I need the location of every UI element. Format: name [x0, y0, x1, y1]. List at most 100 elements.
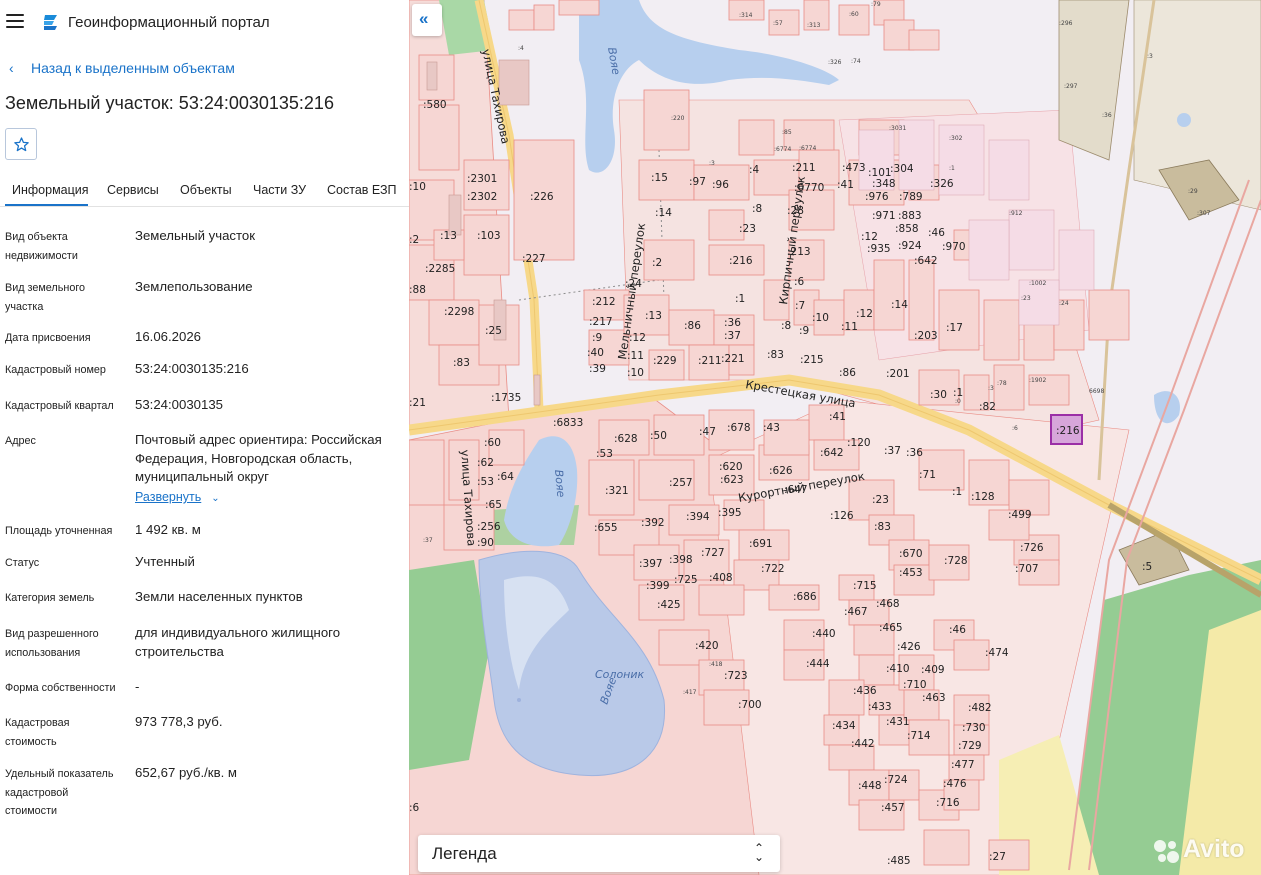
- svg-text::9: :9: [799, 325, 809, 337]
- svg-text::257: :257: [669, 477, 693, 489]
- svg-text::60: :60: [849, 11, 859, 18]
- svg-text::41: :41: [837, 179, 854, 191]
- tab-information[interactable]: Информация: [12, 183, 89, 197]
- svg-text::730: :730: [962, 722, 986, 734]
- svg-text::3: :3: [709, 160, 715, 167]
- tab-parcel-parts[interactable]: Части ЗУ: [253, 183, 306, 197]
- back-to-selection-link[interactable]: ‹ Назад к выделенным объектам: [9, 60, 235, 76]
- svg-text::36: :36: [724, 317, 741, 329]
- svg-text::15: :15: [651, 172, 668, 184]
- svg-text::724: :724: [884, 774, 908, 786]
- field-value: 1 492 кв. м: [135, 522, 201, 537]
- svg-text::37: :37: [884, 445, 901, 457]
- svg-text::13: :13: [440, 230, 457, 242]
- address-value: Почтовый адрес ориентира: Российская Фед…: [135, 432, 382, 484]
- svg-text::28: :28: [787, 205, 804, 217]
- svg-text::348: :348: [872, 178, 896, 190]
- svg-text::477: :477: [951, 759, 975, 771]
- svg-text::120: :120: [847, 437, 871, 449]
- field-label: Вид земельного участка: [5, 282, 86, 313]
- chevron-down-icon: ⌄: [211, 493, 220, 504]
- svg-text::397: :397: [639, 558, 663, 570]
- svg-text::78: :78: [997, 380, 1007, 387]
- svg-text::39: :39: [589, 363, 606, 375]
- svg-text::440: :440: [812, 628, 836, 640]
- svg-text::74: :74: [851, 58, 861, 65]
- tab-services[interactable]: Сервисы: [107, 183, 159, 197]
- svg-text::11: :11: [841, 321, 858, 333]
- svg-text::4: :4: [518, 45, 524, 52]
- svg-text::628: :628: [614, 433, 638, 445]
- legend-dropdown[interactable]: Легенда ⌃ ⌄: [418, 835, 780, 872]
- svg-text::3: :3: [988, 385, 994, 392]
- svg-text::85: :85: [782, 129, 792, 136]
- svg-text::211: :211: [698, 355, 722, 367]
- svg-text::326: :326: [930, 178, 954, 190]
- field-value: Учтенный: [135, 554, 195, 569]
- field-label: Статус: [5, 557, 40, 569]
- favorite-button[interactable]: [5, 128, 37, 160]
- svg-text::924: :924: [898, 240, 922, 252]
- svg-text::314: :314: [739, 12, 753, 19]
- tab-ezp-composition[interactable]: Состав ЕЗП: [327, 183, 396, 197]
- svg-text::79: :79: [871, 1, 881, 8]
- svg-text::96: :96: [712, 179, 729, 191]
- svg-text::203: :203: [914, 330, 938, 342]
- svg-text::83: :83: [453, 357, 470, 369]
- svg-text::47: :47: [699, 426, 716, 438]
- svg-text::101: :101: [868, 167, 892, 179]
- svg-text::43: :43: [763, 422, 780, 434]
- svg-text::436: :436: [853, 685, 877, 697]
- svg-text::302: :302: [949, 135, 963, 142]
- collapse-panel-button[interactable]: «: [412, 4, 442, 36]
- field-value: 16.06.2026: [135, 329, 202, 344]
- cadastral-map[interactable]: :216 Крестецкая улица улица Тахирова ули…: [409, 0, 1261, 875]
- info-panel: Геоинформационный портал ‹ Назад к выделе…: [0, 0, 409, 875]
- portal-logo-icon: [44, 15, 57, 30]
- svg-text::128: :128: [971, 491, 995, 503]
- svg-text::90: :90: [477, 537, 494, 549]
- svg-text::710: :710: [903, 679, 927, 691]
- svg-text::642: :642: [820, 447, 844, 459]
- svg-text::256: :256: [477, 521, 501, 533]
- svg-text::216: :216: [729, 255, 753, 267]
- double-chevron-left-icon: «: [419, 9, 429, 28]
- svg-text::473: :473: [842, 162, 866, 174]
- app-title: Геоинформационный портал: [68, 14, 270, 31]
- expand-address-button[interactable]: Развернуть ⌄: [135, 490, 220, 504]
- svg-text::12: :12: [856, 308, 873, 320]
- svg-text::463: :463: [922, 692, 946, 704]
- chevron-left-icon: ‹: [9, 60, 14, 76]
- svg-text::398: :398: [669, 554, 693, 566]
- svg-text::431: :431: [886, 716, 910, 728]
- svg-text::453: :453: [899, 567, 923, 579]
- field-label: Вид объекта недвижимости: [5, 231, 78, 262]
- svg-text::723: :723: [724, 670, 748, 682]
- svg-text::670: :670: [899, 548, 923, 560]
- svg-text::5: :5: [1142, 561, 1152, 573]
- map-view[interactable]: :216 Крестецкая улица улица Тахирова ули…: [409, 0, 1261, 875]
- svg-text::29: :29: [1188, 188, 1198, 195]
- field-value: 652,67 руб./кв. м: [135, 765, 237, 780]
- svg-text::25: :25: [485, 325, 502, 337]
- svg-text::2: :2: [652, 257, 662, 269]
- svg-text::227: :227: [522, 253, 546, 265]
- svg-text::8: :8: [781, 320, 791, 332]
- svg-text::53: :53: [596, 448, 613, 460]
- svg-text::36: :36: [1102, 112, 1112, 119]
- field-label: Удельный показатель кадастровой стоимост…: [5, 768, 114, 817]
- field-label: Форма собственности: [5, 682, 116, 694]
- svg-text::714: :714: [907, 730, 931, 742]
- expand-label: Развернуть: [135, 490, 202, 504]
- svg-text::86: :86: [839, 367, 856, 379]
- svg-text::1002: :1002: [1029, 280, 1046, 287]
- field-label: Кадастровый номер: [5, 364, 106, 376]
- svg-text::57: :57: [773, 20, 783, 27]
- tab-objects[interactable]: Объекты: [180, 183, 232, 197]
- svg-text::2301: :2301: [467, 173, 497, 185]
- hamburger-icon[interactable]: [6, 14, 24, 28]
- top-bar: Геоинформационный портал: [0, 0, 409, 44]
- svg-text::27: :27: [989, 851, 1006, 863]
- svg-text::467: :467: [844, 606, 868, 618]
- field-value: Земли населенных пунктов: [135, 589, 303, 604]
